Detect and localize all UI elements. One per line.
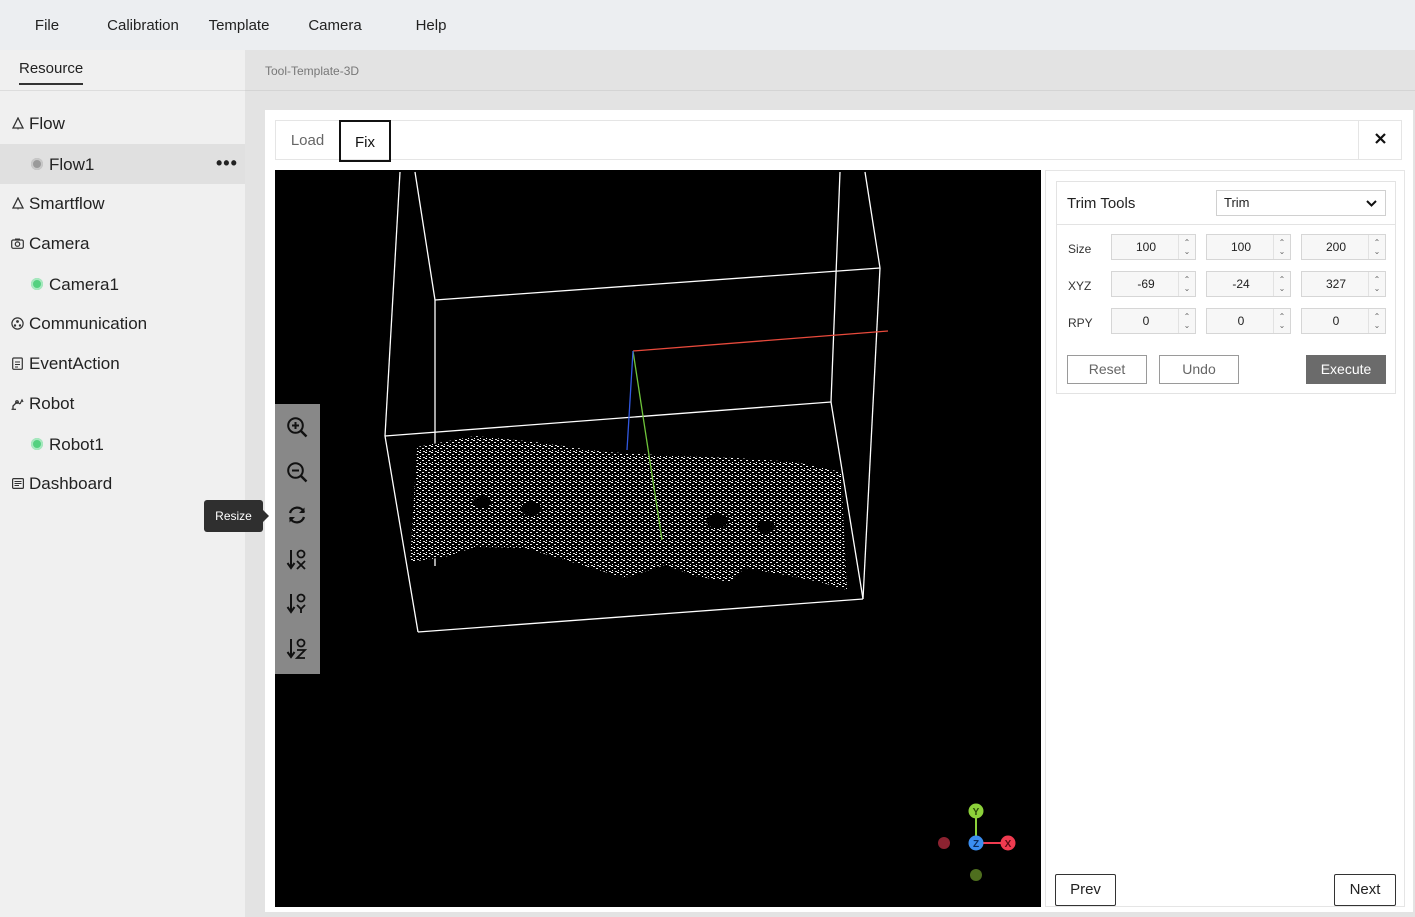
sidebar-item-communication[interactable]: Communication — [0, 304, 245, 344]
resize-tooltip: Resize — [204, 500, 269, 532]
communication-icon — [11, 316, 24, 330]
stepper-icon: ⌃ ⌄ — [1178, 309, 1195, 333]
breadcrumb[interactable]: Tool-Template-3D — [265, 64, 359, 78]
sidebar-item-robot[interactable]: Robot — [0, 384, 245, 424]
tab-resource[interactable]: Resource — [19, 60, 84, 85]
sidebar-item-label: Dashboard — [29, 474, 113, 493]
sidebar-item-eventaction[interactable]: EventAction — [0, 344, 245, 384]
menu-help[interactable]: Help — [413, 0, 449, 50]
sidebar-item-smartflow[interactable]: Smartflow — [0, 184, 245, 224]
camera-icon — [11, 236, 24, 250]
robot-icon — [11, 396, 24, 410]
stepper-icon: ⌃ ⌄ — [1273, 235, 1290, 259]
close-icon — [1375, 131, 1386, 149]
sidebar-item-camera1[interactable]: Camera1 — [0, 264, 245, 304]
reset-button[interactable]: Reset — [1067, 355, 1147, 384]
size-label: Size — [1068, 242, 1092, 256]
next-button[interactable]: Next — [1334, 874, 1396, 906]
tab-bar: Load Fix — [275, 120, 1402, 162]
close-button[interactable] — [1358, 120, 1402, 160]
tab-load[interactable]: Load — [276, 120, 339, 162]
sidebar-item-flow[interactable]: Flow — [0, 104, 245, 144]
point-cloud — [410, 436, 847, 590]
position-x-input[interactable]: -69 ⌃ ⌄ — [1111, 271, 1196, 297]
zoom-out-icon[interactable] — [284, 459, 310, 485]
position-z-input[interactable]: 327 ⌃ ⌄ — [1301, 271, 1386, 297]
rpy-label: RPY — [1068, 316, 1093, 330]
view-x-icon[interactable] — [284, 546, 310, 572]
stepper-icon: ⌃ ⌄ — [1273, 309, 1290, 333]
stepper-icon: ⌃ ⌄ — [1178, 235, 1195, 259]
trim-mode-value: Trim — [1224, 195, 1250, 210]
sidebar-item-label: Flow — [29, 114, 65, 133]
sidebar-item-camera[interactable]: Camera — [0, 224, 245, 264]
sidebar-item-label: Smartflow — [29, 194, 105, 213]
stepper-icon: ⌃ ⌄ — [1178, 272, 1195, 296]
tools-pane: Trim Tools Trim Size 100 ⌃ ⌄ 100 ⌃ ⌄ 200 ⌃ ⌄ X… — [1045, 170, 1405, 907]
size-z-input[interactable]: 200 ⌃ ⌄ — [1301, 234, 1386, 260]
trim-tools-title: Trim Tools — [1067, 195, 1136, 212]
view-y-icon[interactable] — [284, 590, 310, 616]
svg-text:X: X — [1005, 839, 1012, 850]
reset-view-icon[interactable] — [284, 502, 310, 528]
menu-camera[interactable]: Camera — [306, 0, 364, 50]
sidebar-item-dashboard[interactable]: Dashboard — [0, 464, 245, 504]
status-dot — [31, 158, 43, 170]
menu-template[interactable]: Template — [206, 0, 272, 50]
yaw-input[interactable]: 0 ⌃ ⌄ — [1301, 308, 1386, 334]
undo-button[interactable]: Undo — [1159, 355, 1239, 384]
xyz-label: XYZ — [1068, 279, 1092, 293]
svg-text:Y: Y — [973, 807, 980, 818]
divider — [0, 90, 245, 91]
event-action-icon — [11, 356, 24, 370]
size-x-input[interactable]: 100 ⌃ ⌄ — [1111, 234, 1196, 260]
viewer-toolbar — [275, 404, 320, 674]
axis-gizmo: Y X Z — [938, 803, 1016, 881]
sidebar-item-robot1[interactable]: Robot1 — [0, 424, 245, 464]
trim-tools-card: Trim Tools Trim Size 100 ⌃ ⌄ 100 ⌃ ⌄ 200 ⌃ ⌄ X… — [1056, 181, 1396, 394]
size-y-input[interactable]: 100 ⌃ ⌄ — [1206, 234, 1291, 260]
smartflow-icon — [11, 196, 24, 210]
prev-button[interactable]: Prev — [1055, 874, 1116, 906]
svg-text:Z: Z — [973, 839, 979, 850]
roll-input[interactable]: 0 ⌃ ⌄ — [1111, 308, 1196, 334]
sidebar: Resource Flow Flow1 ••• Smartflow Camera… — [0, 50, 245, 917]
status-dot — [31, 438, 43, 450]
chevron-down-icon — [1366, 191, 1377, 223]
stepper-icon: ⌃ ⌄ — [1273, 272, 1290, 296]
stepper-icon: ⌃ ⌄ — [1368, 272, 1385, 296]
point-cloud-viewer[interactable]: Y X Z — [275, 170, 1041, 907]
execute-button[interactable]: Execute — [1306, 355, 1386, 384]
sidebar-item-label: Camera — [29, 234, 90, 253]
viewer-canvas: Y X Z — [384, 171, 1016, 881]
tab-fix[interactable]: Fix — [339, 120, 391, 162]
status-dot — [31, 278, 43, 290]
stepper-icon: ⌃ ⌄ — [1368, 235, 1385, 259]
sidebar-item-label: Communication — [29, 314, 148, 333]
sidebar-item-label: Robot1 — [49, 435, 104, 454]
sidebar-item-label: Flow1 — [49, 155, 95, 174]
sidebar-item-label: EventAction — [29, 354, 120, 373]
sidebar-item-flow1[interactable]: Flow1 ••• — [0, 144, 245, 184]
zoom-in-icon[interactable] — [284, 414, 310, 440]
trim-mode-select[interactable]: Trim — [1216, 190, 1386, 216]
main-area: Tool-Template-3D Load Fix Y X Z Trim Too… — [245, 50, 1415, 917]
menu-file[interactable]: File — [33, 0, 61, 50]
stepper-icon: ⌃ ⌄ — [1368, 309, 1385, 333]
divider — [245, 90, 1415, 91]
flow-icon — [11, 116, 24, 130]
position-y-input[interactable]: -24 ⌃ ⌄ — [1206, 271, 1291, 297]
pitch-input[interactable]: 0 ⌃ ⌄ — [1206, 308, 1291, 334]
view-z-icon[interactable] — [284, 635, 310, 661]
more-icon[interactable]: ••• — [216, 153, 238, 174]
menu-calibration[interactable]: Calibration — [104, 0, 182, 50]
menu-bar: File Calibration Template Camera Help — [0, 0, 1415, 50]
dashboard-icon — [11, 476, 24, 490]
sidebar-item-label: Camera1 — [49, 275, 119, 294]
sidebar-item-label: Robot — [29, 394, 75, 413]
divider — [1057, 224, 1395, 225]
tool-panel: Load Fix Y X Z Trim Tools Trim Size 100 … — [265, 110, 1413, 912]
